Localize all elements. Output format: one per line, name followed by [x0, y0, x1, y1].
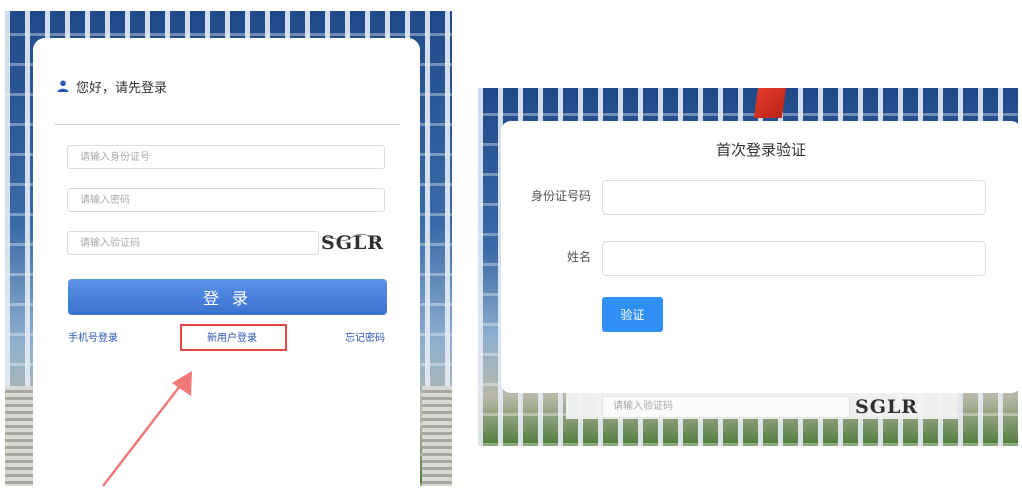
login-button[interactable]: 登 录 [68, 279, 387, 315]
stairs-decoration [422, 386, 452, 486]
id-number-input[interactable] [67, 145, 385, 169]
name-field[interactable] [602, 241, 986, 276]
captcha-input[interactable] [67, 231, 319, 255]
greeting-text: 您好，请先登录 [76, 80, 168, 96]
password-input[interactable] [67, 188, 385, 212]
flag-decoration [753, 88, 787, 118]
forgot-password-link[interactable]: 忘记密码 [345, 329, 385, 344]
id-number-field[interactable] [602, 180, 986, 215]
name-label: 姓名 [566, 250, 591, 264]
dialog-title: 首次登录验证 [715, 141, 806, 159]
phone-login-link[interactable]: 手机号登录 [68, 329, 118, 344]
background-captcha-image: SGLR [855, 396, 919, 418]
captcha-image[interactable]: SGLR [321, 231, 385, 255]
id-number-label: 身份证号码 [530, 189, 591, 203]
verify-button[interactable]: 验证 [602, 297, 663, 332]
background-captcha-input: 请输入验证码 [602, 396, 850, 418]
greeting: 您好，请先登录 [57, 76, 167, 96]
annotation-highlight-box [180, 324, 287, 351]
captcha-text: SGLR [321, 232, 385, 254]
user-icon [57, 77, 69, 96]
first-login-verify-dialog: 首次登录验证 身份证号码 姓名 验证 [501, 121, 1021, 393]
divider [54, 124, 400, 125]
login-card: 您好，请先登录 SGLR 登 录 手机号登录 新用户登录 忘记密码 [33, 38, 420, 486]
